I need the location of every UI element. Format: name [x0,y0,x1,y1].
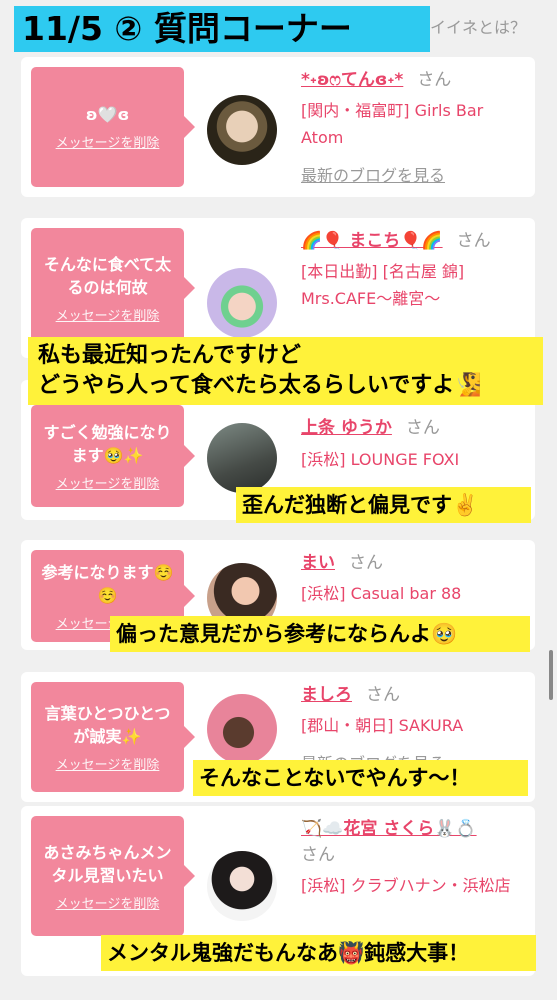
user-name[interactable]: 🌈🎈 まこち🎈🌈 [301,231,443,251]
avatar[interactable] [207,423,277,493]
caption-overlay: 歪んだ独断と偏見です✌️ [236,487,531,523]
delete-message-link[interactable]: メッセージを削除 [56,754,160,773]
user-name[interactable]: *˖ʚෆてんɞ˖* [301,70,403,90]
delete-message-link[interactable]: メッセージを削除 [56,305,160,324]
caption-overlay: メンタル鬼強だもんなあ👹鈍感大事！ [101,935,536,971]
user-name[interactable]: 上条 ゆうか [301,418,392,438]
user-name[interactable]: ましろ [301,685,352,705]
caption-line: 私も最近知ったんですけど [38,343,301,368]
message-bubble: 言葉ひとつひとつが誠実✨ メッセージを削除 [31,682,195,792]
message-bubble: あさみちゃんメンタル見習いたい メッセージを削除 [31,816,195,936]
message-text: ʚ🤍ɞ [85,105,130,124]
iine-help-link[interactable]: イイネとは？ [430,14,526,38]
message-bubble: そんなに食べて太るのは何故 メッセージを削除 [31,228,195,348]
delete-message-link[interactable]: メッセージを削除 [56,132,160,151]
question-card: ʚ🤍ɞ メッセージを削除 *˖ʚෆてんɞ˖* さん [関内・福富町] Girls … [21,57,535,197]
honorific: さん [349,553,383,573]
shop-info[interactable]: [浜松] Casual bar 88 [301,580,521,607]
page-title: 11/5 ② 質問コーナー [14,6,430,52]
message-bubble: すごく勉強になります🥹✨ メッセージを削除 [31,405,195,507]
message-text: あさみちゃんメンタル見習いたい [43,842,172,885]
shop-info[interactable]: [郡山・朝日] SAKURA [301,712,521,739]
shop-info[interactable]: [浜松] クラブハナン・浜松店 [301,872,521,899]
message-bubble: ʚ🤍ɞ メッセージを削除 [31,67,195,187]
honorific: さん [301,845,335,865]
honorific: さん [366,685,400,705]
avatar[interactable] [207,95,277,165]
message-text: 言葉ひとつひとつが誠実✨ [44,703,171,746]
honorific: さん [456,231,491,251]
caption-overlay: そんなことないでやんす〜！ [193,760,528,796]
avatar[interactable] [207,268,277,338]
message-text: そんなに食べて太るのは何故 [43,254,172,297]
message-text: すごく勉強になります🥹✨ [43,422,172,465]
shop-info[interactable]: [浜松] LOUNGE FOXI [301,446,521,473]
shop-info[interactable]: [本日出勤] [名古屋 錦] Mrs.CAFE〜離宮〜 [301,258,521,312]
delete-message-link[interactable]: メッセージを削除 [56,473,160,492]
latest-blog-link[interactable]: 最新のブログを見る [301,162,445,186]
shop-info[interactable]: [関内・福富町] Girls Bar Atom [301,97,521,151]
caption-overlay: 偏った意見だから参考にならんよ🥹 [110,616,530,652]
user-name[interactable]: 🏹☁️花宮 さくら🐰💍 [301,819,477,839]
avatar[interactable] [207,694,277,764]
honorific: さん [405,418,440,438]
delete-message-link[interactable]: メッセージを削除 [56,893,160,912]
scrollbar[interactable] [549,650,553,700]
message-text: 参考になります☺️ ☺️ [41,562,174,605]
honorific: さん [417,70,452,90]
caption-overlay: 私も最近知ったんですけど どうやら人って食べたら太るらしいですよ🧏 [28,337,543,405]
caption-line: どうやら人って食べたら太るらしいですよ🧏 [38,373,482,398]
avatar[interactable] [207,851,277,921]
user-name[interactable]: まい [301,553,335,573]
